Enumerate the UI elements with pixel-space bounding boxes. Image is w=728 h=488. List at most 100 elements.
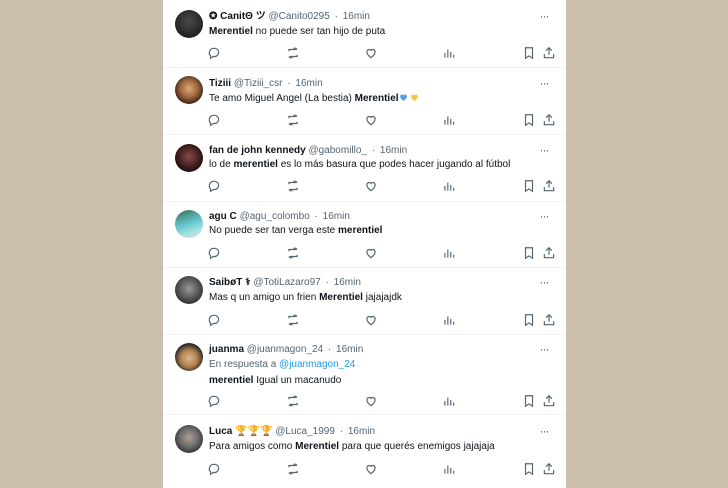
more-icon[interactable]: ··· bbox=[536, 276, 552, 288]
bookmark-icon[interactable] bbox=[522, 394, 536, 408]
more-icon[interactable]: ··· bbox=[536, 343, 552, 355]
handle[interactable]: @Tiziii_csr bbox=[234, 78, 283, 89]
reply-icon[interactable] bbox=[207, 46, 221, 60]
more-icon[interactable]: ··· bbox=[536, 10, 552, 22]
reply-icon[interactable] bbox=[207, 179, 221, 193]
avatar[interactable] bbox=[175, 276, 203, 304]
views-icon[interactable] bbox=[442, 113, 456, 127]
reply-icon[interactable] bbox=[207, 313, 221, 327]
avatar[interactable] bbox=[175, 76, 203, 104]
handle[interactable]: @gabomillo_ bbox=[308, 145, 367, 156]
views-icon[interactable] bbox=[442, 394, 456, 408]
handle[interactable]: @Luca_1999 bbox=[275, 426, 335, 437]
timestamp[interactable]: 16min bbox=[336, 344, 363, 355]
more-icon[interactable]: ··· bbox=[536, 210, 552, 222]
action-bar bbox=[163, 394, 566, 408]
like-icon[interactable] bbox=[364, 46, 378, 60]
handle[interactable]: @TotiLazaro97 bbox=[253, 277, 320, 288]
more-icon[interactable]: ··· bbox=[536, 77, 552, 89]
bookmark-icon[interactable] bbox=[522, 313, 536, 327]
tweet[interactable]: agu C @agu_colombo · 16min ··· No puede … bbox=[163, 202, 566, 268]
avatar[interactable] bbox=[175, 343, 203, 371]
mention: Merentiel bbox=[295, 441, 340, 452]
retweet-icon[interactable] bbox=[286, 394, 300, 408]
text-before: Te amo Miguel Angel (La bestia) bbox=[209, 93, 355, 104]
display-name[interactable]: ✪ CanitΘ ツ bbox=[209, 11, 266, 22]
share-icon[interactable] bbox=[542, 394, 556, 408]
like-icon[interactable] bbox=[364, 462, 378, 476]
reply-icon[interactable] bbox=[207, 394, 221, 408]
reply-handle-link[interactable]: @juanmagon_24 bbox=[279, 359, 355, 370]
bookmark-icon[interactable] bbox=[522, 46, 536, 60]
retweet-icon[interactable] bbox=[286, 46, 300, 60]
mention: merentiel bbox=[233, 159, 278, 170]
tweet[interactable]: SaibøT ⚕ @TotiLazaro97 · 16min ··· Mas q… bbox=[163, 268, 566, 335]
retweet-icon[interactable] bbox=[286, 113, 300, 127]
text-after: Igual un macanudo bbox=[253, 375, 342, 386]
more-icon[interactable]: ··· bbox=[536, 144, 552, 156]
timestamp[interactable]: 16min bbox=[348, 426, 375, 437]
tweet[interactable]: fan de john kennedy @gabomillo_ · 16min … bbox=[163, 135, 566, 202]
avatar[interactable] bbox=[175, 144, 203, 172]
views-icon[interactable] bbox=[442, 46, 456, 60]
bookmark-icon[interactable] bbox=[522, 113, 536, 127]
like-icon[interactable] bbox=[364, 113, 378, 127]
bookmark-icon[interactable] bbox=[522, 179, 536, 193]
tweet-text: No puede ser tan verga este merentiel bbox=[209, 224, 548, 237]
handle[interactable]: @agu_colombo bbox=[240, 211, 310, 222]
like-icon[interactable] bbox=[364, 394, 378, 408]
tweet[interactable]: ✪ CanitΘ ツ @Canito0295 · 16min ··· Meren… bbox=[163, 0, 566, 68]
retweet-icon[interactable] bbox=[286, 313, 300, 327]
timestamp[interactable]: 16min bbox=[295, 78, 322, 89]
like-icon[interactable] bbox=[364, 313, 378, 327]
more-icon[interactable]: ··· bbox=[536, 425, 552, 437]
tweet-text: Para amigos como Merentiel para que quer… bbox=[209, 440, 548, 453]
views-icon[interactable] bbox=[442, 462, 456, 476]
retweet-icon[interactable] bbox=[286, 246, 300, 260]
reply-icon[interactable] bbox=[207, 462, 221, 476]
display-name[interactable]: SaibøT ⚕ bbox=[209, 277, 251, 288]
avatar[interactable] bbox=[175, 425, 203, 453]
avatar[interactable] bbox=[175, 10, 203, 38]
handle[interactable]: @juanmagon_24 bbox=[247, 344, 323, 355]
mention: Merentiel bbox=[209, 26, 253, 37]
share-icon[interactable] bbox=[542, 462, 556, 476]
like-icon[interactable] bbox=[364, 246, 378, 260]
separator: · bbox=[325, 277, 329, 288]
tweet-text: Mas q un amigo un frien Merentiel jajaja… bbox=[209, 291, 548, 304]
views-icon[interactable] bbox=[442, 246, 456, 260]
timestamp[interactable]: 16min bbox=[334, 277, 361, 288]
text-before: lo de bbox=[209, 159, 234, 170]
retweet-icon[interactable] bbox=[286, 462, 300, 476]
share-icon[interactable] bbox=[542, 113, 556, 127]
reply-icon[interactable] bbox=[207, 113, 221, 127]
share-icon[interactable] bbox=[542, 313, 556, 327]
views-icon[interactable] bbox=[442, 313, 456, 327]
views-icon[interactable] bbox=[442, 179, 456, 193]
tweet[interactable]: juanma @juanmagon_24 · 16min ··· En resp… bbox=[163, 335, 566, 415]
text-after: para que querés enemigos jajajaja bbox=[339, 441, 495, 452]
tweet[interactable]: Luca 🏆🏆🏆 @Luca_1999 · 16min ··· Para ami… bbox=[163, 415, 566, 488]
handle[interactable]: @Canito0295 bbox=[269, 11, 330, 22]
share-icon[interactable] bbox=[542, 246, 556, 260]
tweet-header: agu C @agu_colombo · 16min bbox=[209, 210, 536, 223]
display-name[interactable]: agu C bbox=[209, 211, 237, 222]
bookmark-icon[interactable] bbox=[522, 462, 536, 476]
display-name[interactable]: juanma bbox=[209, 344, 244, 355]
display-name[interactable]: Tiziii bbox=[209, 78, 231, 89]
display-name[interactable]: fan de john kennedy bbox=[209, 145, 306, 156]
share-icon[interactable] bbox=[542, 46, 556, 60]
avatar[interactable] bbox=[175, 210, 203, 238]
display-name[interactable]: Luca 🏆🏆🏆 bbox=[209, 426, 272, 437]
like-icon[interactable] bbox=[364, 179, 378, 193]
timestamp[interactable]: 16min bbox=[323, 211, 350, 222]
retweet-icon[interactable] bbox=[286, 179, 300, 193]
action-bar bbox=[163, 462, 566, 476]
timestamp[interactable]: 16min bbox=[380, 145, 407, 156]
tweet[interactable]: Tiziii @Tiziii_csr · 16min ··· Te amo Mi… bbox=[163, 68, 566, 135]
timestamp[interactable]: 16min bbox=[343, 11, 370, 22]
separator: · bbox=[334, 11, 338, 22]
reply-icon[interactable] bbox=[207, 246, 221, 260]
bookmark-icon[interactable] bbox=[522, 246, 536, 260]
share-icon[interactable] bbox=[542, 179, 556, 193]
